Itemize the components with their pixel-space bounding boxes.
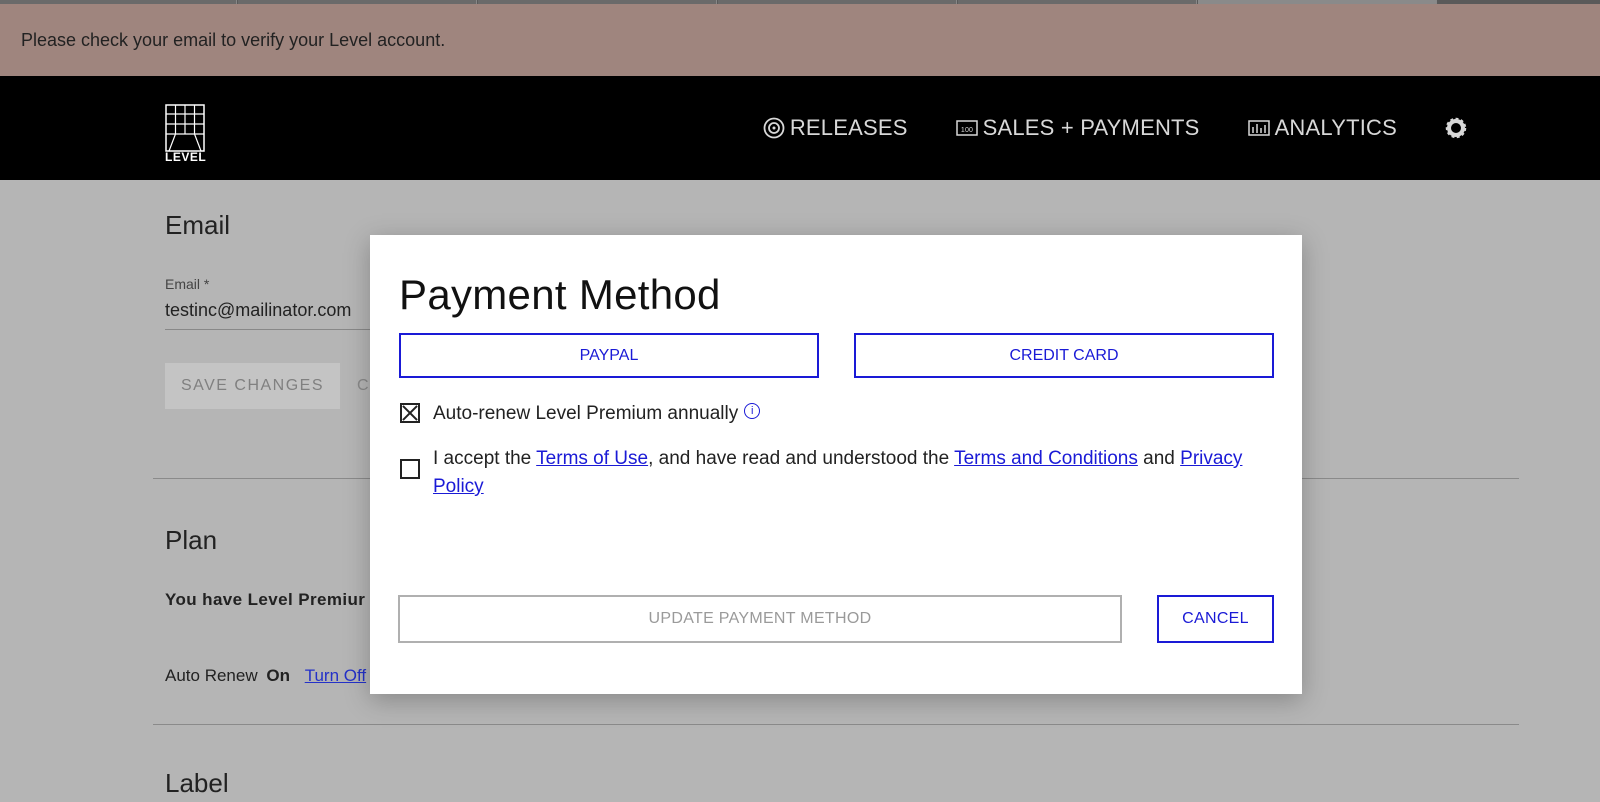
modal-cancel-button[interactable]: CANCEL xyxy=(1157,595,1274,643)
gear-icon xyxy=(1445,117,1467,139)
save-changes-button[interactable]: SAVE CHANGES xyxy=(165,363,340,409)
section-divider xyxy=(153,724,1519,725)
terms-row: I accept the Terms of Use, and have read… xyxy=(400,445,1253,501)
terms-prefix: I accept the xyxy=(433,448,537,469)
banner-text: Please check your email to verify your L… xyxy=(21,29,446,50)
paypal-button[interactable]: PAYPAL xyxy=(399,333,819,378)
top-navigation: LEVEL RELEASES 100 SALES + PAYMENTS ANAL… xyxy=(0,76,1600,180)
disc-icon xyxy=(763,117,785,139)
turn-off-link[interactable]: Turn Off xyxy=(305,666,366,685)
logo-text: LEVEL xyxy=(165,150,207,164)
auto-renew-checkbox[interactable] xyxy=(400,403,420,423)
auto-renew-label: Auto Renew xyxy=(165,666,258,685)
modal-title: Payment Method xyxy=(399,271,721,318)
nav-analytics[interactable]: ANALYTICS xyxy=(1247,115,1397,141)
payment-method-modal: Payment Method PAYPAL CREDIT CARD Auto-r… xyxy=(370,235,1302,694)
credit-card-button[interactable]: CREDIT CARD xyxy=(854,333,1274,378)
terms-and: and xyxy=(1137,448,1181,469)
email-field-label: Email * xyxy=(165,276,210,292)
nav-releases-label: RELEASES xyxy=(789,115,908,140)
label-section-title: Label xyxy=(165,768,229,798)
verify-email-banner: Please check your email to verify your L… xyxy=(0,4,1600,76)
plan-section-title: Plan xyxy=(165,525,218,555)
sales-icon: 100 xyxy=(955,120,978,136)
auto-renew-row: Auto-renew Level Premium annually i xyxy=(400,403,761,425)
auto-renew-status: Auto Renew On Turn Off xyxy=(165,666,366,686)
terms-checkbox[interactable] xyxy=(400,459,420,479)
nav-analytics-label: ANALYTICS xyxy=(1274,115,1397,140)
nav-sales-payments[interactable]: 100 SALES + PAYMENTS xyxy=(955,115,1200,141)
info-icon[interactable]: i xyxy=(744,403,761,419)
nav-links: RELEASES 100 SALES + PAYMENTS ANALYTICS xyxy=(763,76,1600,180)
svg-text:100: 100 xyxy=(960,127,972,134)
update-payment-method-button[interactable]: UPDATE PAYMENT METHOD xyxy=(398,595,1122,643)
auto-renew-state: On xyxy=(266,666,290,685)
terms-of-use-link[interactable]: Terms of Use xyxy=(536,448,648,469)
auto-renew-text: Auto-renew Level Premium annually xyxy=(433,403,739,424)
plan-description: You have Level Premiur xyxy=(165,590,366,609)
terms-conditions-link[interactable]: Terms and Conditions xyxy=(954,448,1138,469)
nav-sales-label: SALES + PAYMENTS xyxy=(982,115,1200,140)
nav-releases[interactable]: RELEASES xyxy=(763,115,908,141)
analytics-icon xyxy=(1247,120,1270,136)
email-section-title: Email xyxy=(165,210,231,240)
terms-middle: , and have read and understood the xyxy=(648,448,955,469)
settings-button[interactable] xyxy=(1445,117,1472,139)
terms-text: I accept the Terms of Use, and have read… xyxy=(433,445,1253,501)
